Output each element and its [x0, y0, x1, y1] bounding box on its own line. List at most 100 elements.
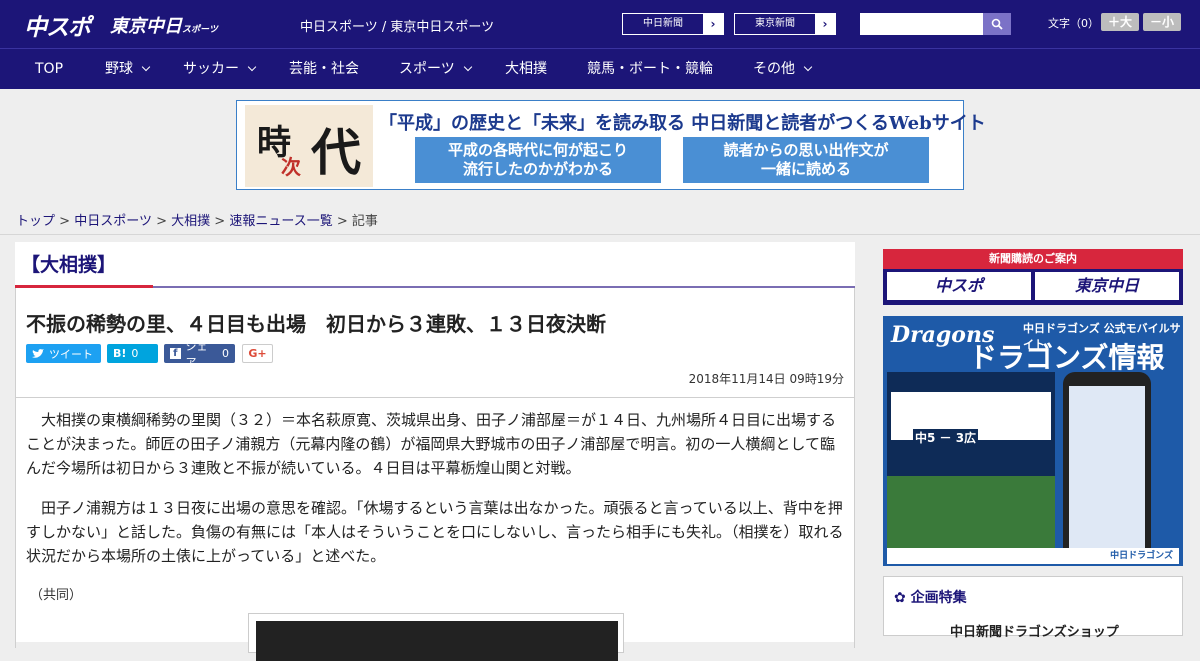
hatena-count: 0 — [131, 347, 139, 360]
banner-kanji-art: 時 次 代 — [245, 105, 373, 187]
article-body: 大相撲の東横綱稀勢の里関（３２）＝本名萩原寛、茨城県出身、田子ノ浦部屋＝が１４日… — [15, 398, 855, 661]
tokyo-shimbun-button[interactable]: 東京新聞 › — [734, 13, 836, 35]
breadcrumb: トップ > 中日スポーツ > 大相撲 > 速報ニュース一覧 > 記事 — [16, 210, 378, 229]
chevron-down-icon — [463, 62, 472, 72]
facebook-share-label: シェア — [185, 339, 208, 369]
breadcrumb-separator: > — [214, 214, 226, 229]
twitter-icon — [32, 348, 44, 358]
divider — [0, 234, 1200, 235]
nav-label: その他 — [753, 61, 795, 77]
nav-label: TOP — [35, 61, 64, 77]
subscribe-chuspo-button[interactable]: 中スポ — [887, 272, 1031, 300]
font-size-label: 文字（0） — [1048, 17, 1099, 30]
dragons-ad-title: ドラゴンズ情報 — [969, 341, 1165, 374]
scoreboard-screenshot — [887, 372, 1055, 560]
banner-box-right-line2: 一緒に読める — [760, 160, 851, 178]
facebook-share-count: 0 — [222, 347, 229, 360]
breadcrumb-top[interactable]: トップ — [16, 214, 55, 229]
breadcrumb-separator: > — [336, 214, 348, 229]
ribbon-icon: ✿ — [894, 590, 906, 606]
nav-top[interactable]: TOP — [35, 49, 63, 90]
tokyo-shimbun-label: 東京新聞 — [755, 18, 795, 29]
banner-kanji-3: 代 — [311, 123, 361, 182]
article-photo[interactable] — [248, 613, 624, 661]
hatena-icon: B! — [113, 347, 127, 360]
category-header: 【大相撲】 — [15, 242, 855, 288]
subscription-box: 新聞購読のご案内 中スポ 東京中日 — [883, 249, 1183, 305]
banner-box-right: 読者からの思い出作文が 一緒に読める — [683, 137, 929, 183]
tweet-label: ツイート — [49, 347, 93, 361]
phone-screen — [1069, 386, 1145, 548]
facebook-share-button[interactable]: f シェア 0 — [164, 340, 235, 369]
nav-label: 野球 — [105, 61, 133, 77]
tweet-button[interactable]: ツイート — [26, 344, 101, 363]
chevron-right-icon: › — [815, 14, 835, 34]
nav-label: スポーツ — [399, 61, 455, 77]
nav-racing[interactable]: 競馬・ボート・競輪 — [587, 49, 713, 90]
search-button[interactable] — [983, 13, 1011, 35]
feature-item[interactable]: 中日新聞ドラゴンズショップ — [950, 621, 1119, 640]
nav-label: 大相撲 — [505, 61, 547, 77]
nav-baseball[interactable]: 野球 — [105, 49, 151, 90]
breadcrumb-current: 記事 — [351, 214, 378, 229]
chuspo-logo[interactable]: 中スポ — [24, 8, 91, 42]
subscribe-tokyo-button[interactable]: 東京中日 — [1035, 272, 1179, 300]
photo-image — [256, 621, 618, 661]
article-date: 2018年11月14日 09時19分 — [688, 372, 844, 386]
phone-mockup — [1063, 372, 1151, 562]
dragons-mobile-ad[interactable]: Dragons 中日ドラゴンズ 公式モバイルサイト ドラゴンズ情報 中5 － 3… — [883, 316, 1183, 566]
baseball-field — [887, 476, 1055, 556]
site-links[interactable]: 中日スポーツ / 東京中日スポーツ — [300, 16, 494, 35]
article-column: 【大相撲】 不振の稀勢の里、４日目も出場 初日から３連敗、１３日夜決断 ツイート… — [15, 242, 855, 661]
category-label[interactable]: 【大相撲】 — [21, 250, 116, 277]
google-plus-button[interactable]: G+ — [242, 344, 273, 363]
nav-label: 芸能・社会 — [289, 61, 359, 77]
search-input[interactable] — [860, 13, 983, 35]
facebook-icon: f — [170, 348, 181, 359]
breadcrumb-chunichi-sports[interactable]: 中日スポーツ — [74, 214, 152, 229]
feature-heading: ✿ 企画特集 — [894, 587, 967, 607]
banner-kanji-2: 次 — [281, 155, 301, 179]
article-paragraph: 田子ノ浦親方は１３日夜に出場の意思を確認。「休場するという言葉は出なかった。頑張… — [26, 499, 844, 565]
chunichi-shimbun-button[interactable]: 中日新聞 › — [622, 13, 724, 35]
breadcrumb-sumo[interactable]: 大相撲 — [171, 214, 210, 229]
tokyo-chunichi-logo[interactable]: 東京中日スポーツ — [110, 12, 218, 38]
nav-label: 競馬・ボート・競輪 — [587, 61, 713, 77]
feature-heading-label: 企画特集 — [910, 590, 967, 606]
nav-label: サッカー — [183, 61, 239, 77]
font-smaller-button[interactable]: －小 — [1143, 13, 1181, 31]
hatena-bookmark-button[interactable]: B! 0 — [107, 344, 158, 363]
chevron-down-icon — [247, 62, 257, 72]
dragons-footer: 中日ドラゴンズ — [887, 548, 1179, 564]
banner-box-left-line2: 流行したのかがわかる — [462, 160, 613, 178]
jidai-banner[interactable]: 時 次 代 「平成」の歴史と「未来」を読み取る 中日新聞と読者がつくるWebサイ… — [236, 100, 986, 190]
banner-box-left: 平成の各時代に何が起こり 流行したのかがわかる — [415, 137, 661, 183]
search-box — [860, 13, 1011, 35]
tokyo-logo-suffix: スポーツ — [182, 25, 218, 35]
main-nav: TOP 野球 サッカー 芸能・社会 スポーツ 大相撲 競馬・ボート・競輪 その他 — [0, 48, 1200, 89]
banner-headline: 「平成」の歴史と「未来」を読み取る 中日新聞と読者がつくるWebサイト — [379, 113, 986, 134]
article-credit: （共同） — [30, 588, 83, 603]
nav-sports[interactable]: スポーツ — [399, 49, 472, 90]
search-icon — [991, 18, 1003, 30]
subscription-caption: 新聞購読のご案内 — [883, 249, 1183, 269]
banner-box-right-line1: 読者からの思い出作文が — [723, 141, 889, 159]
nav-sumo[interactable]: 大相撲 — [505, 49, 547, 90]
breadcrumb-separator: > — [156, 214, 167, 229]
nav-soccer[interactable]: サッカー — [183, 49, 257, 90]
chevron-right-icon: › — [703, 14, 723, 34]
font-bigger-button[interactable]: ＋大 — [1101, 13, 1139, 31]
score-readout: 中5 － 3広 — [913, 429, 979, 446]
breadcrumb-separator: > — [59, 214, 71, 229]
site-header: 中スポ 東京中日スポーツ 中日スポーツ / 東京中日スポーツ 中日新聞 › 東京… — [0, 0, 1200, 48]
chevron-down-icon — [141, 62, 151, 72]
breadcrumb-news-list[interactable]: 速報ニュース一覧 — [229, 214, 332, 229]
article-paragraph: 大相撲の東横綱稀勢の里関（３２）＝本名萩原寛、茨城県出身、田子ノ浦部屋＝が１４日… — [26, 411, 837, 477]
nav-entertainment[interactable]: 芸能・社会 — [289, 49, 359, 90]
chevron-down-icon — [803, 62, 813, 72]
tokyo-logo-text: 東京中日 — [110, 16, 182, 37]
article-header: 不振の稀勢の里、４日目も出場 初日から３連敗、１３日夜決断 ツイート B! 0 … — [15, 288, 855, 398]
feature-box: ✿ 企画特集 中日新聞ドラゴンズショップ — [883, 576, 1183, 640]
chunichi-shimbun-label: 中日新聞 — [643, 18, 683, 29]
nav-others[interactable]: その他 — [753, 49, 813, 90]
